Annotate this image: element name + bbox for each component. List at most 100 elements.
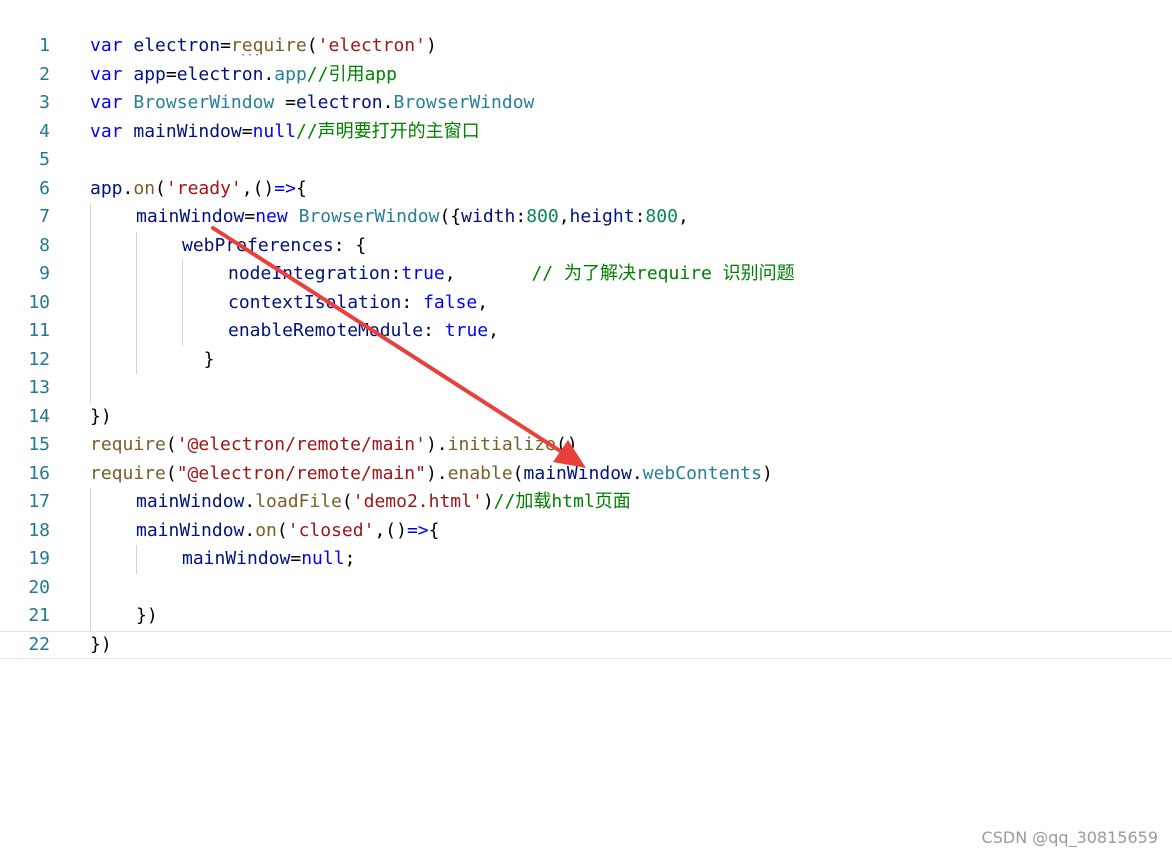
code-line[interactable]: 2 var app=electron.app//引用app (0, 61, 1172, 90)
code-line[interactable]: 14}) (0, 403, 1172, 432)
code-token: height (569, 206, 635, 227)
line-number: 21 (28, 605, 50, 626)
code-token: webPreferences (182, 234, 334, 256)
code-token: => (274, 177, 296, 199)
line-number: 14 (28, 405, 50, 427)
indent-guide (90, 602, 91, 631)
code-text: mainWindow.loadFile('demo2.html')//加载htm… (136, 488, 631, 517)
code-line[interactable]: 18 mainWindow.on('closed',()=>{ (0, 516, 1172, 545)
code-token: = (220, 35, 231, 56)
code-token: ). (425, 462, 448, 484)
code-token: ; (344, 548, 356, 569)
code-line[interactable]: 7 mainWindow=new BrowserWindow({width:800… (0, 203, 1172, 232)
code-token: mainWindow (133, 120, 242, 142)
code-token: var (90, 120, 134, 142)
code-token: app (364, 63, 397, 85)
code-line[interactable]: 22}) (0, 631, 1172, 660)
code-token: electron (176, 63, 264, 85)
code-token: () (556, 434, 578, 455)
code-token: : { (333, 234, 367, 256)
line-number: 2 (39, 63, 50, 85)
code-token: = (241, 120, 253, 142)
code-line[interactable]: 6 app.on('ready',()=>{ (0, 175, 1172, 204)
code-token: } (182, 348, 215, 370)
code-token: mainWindow (136, 206, 245, 227)
code-line[interactable]: 17 mainWindow.loadFile('demo2.html')//加载h… (0, 488, 1172, 517)
code-token: null (252, 120, 296, 142)
code-token: . (244, 519, 256, 541)
code-token: require (635, 263, 712, 284)
code-token: => (406, 519, 429, 541)
line-number: 22 (28, 633, 50, 655)
indent-guide (90, 488, 91, 517)
code-text: } (182, 346, 215, 375)
code-token: mainWindow (136, 519, 245, 541)
indent-guide (90, 203, 91, 232)
code-token: = (165, 63, 177, 85)
code-token: }) (90, 405, 112, 427)
line-number: 19 (28, 548, 50, 569)
code-token: mainWindow (182, 548, 291, 569)
line-number: 4 (39, 120, 50, 142)
code-token: true (401, 263, 445, 284)
code-token: { (428, 519, 440, 541)
code-token: null (301, 548, 345, 569)
code-line[interactable]: 4 var mainWindow=null//声明要打开的主窗口 (0, 118, 1172, 147)
line-number: 16 (28, 462, 50, 484)
code-token: 页面 (594, 491, 631, 512)
indent-guide (90, 345, 91, 374)
code-token: 'closed' (287, 519, 375, 541)
code-line[interactable]: 10 contextIsolation: false, (0, 288, 1172, 317)
code-text: nodeIntegration:true, // 为了解决require 识别问… (228, 260, 795, 289)
code-token: loadFile (255, 491, 342, 512)
indent-guide (182, 317, 183, 346)
code-line[interactable]: 8 webPreferences: { (0, 231, 1172, 260)
code-line[interactable]: 12 } (0, 345, 1172, 375)
code-token: . (122, 177, 134, 199)
code-token: app (133, 63, 166, 85)
code-line[interactable]: 16 require("@electron/remote/main").enabl… (0, 460, 1172, 489)
code-line[interactable]: 15 require('@electron/remote/main').initi… (0, 431, 1172, 460)
code-token: // 为了解决 (531, 263, 636, 284)
code-token: ) (761, 462, 773, 484)
code-line[interactable]: 1 var electron=require('electron') (0, 32, 1172, 61)
code-token: , (444, 263, 532, 284)
code-token: "@electron/remote/main" (176, 462, 426, 484)
code-line[interactable]: 19 mainWindow=null; (0, 545, 1172, 574)
code-token: ) (482, 491, 494, 512)
code-token: : (423, 320, 445, 341)
code-editor[interactable]: 1 var electron=require('electron') 2 var ap… (0, 32, 1172, 659)
code-line[interactable]: 20 (0, 573, 1172, 602)
code-token: electron (133, 35, 221, 56)
code-token: = (244, 206, 256, 227)
code-text: }) (90, 403, 112, 432)
line-number: 20 (28, 576, 50, 598)
indent-guide (90, 317, 91, 346)
line-number: 7 (39, 206, 50, 227)
code-token: ( (165, 434, 177, 455)
code-token: = (290, 548, 302, 569)
code-token: webContents (642, 462, 762, 484)
code-line[interactable]: 5 (0, 146, 1172, 175)
line-number: 5 (39, 149, 50, 170)
code-token: 800 (645, 206, 678, 227)
line-number: 1 (39, 35, 50, 56)
code-token: BrowserWindow (133, 92, 275, 113)
watermark: CSDN @qq_30815659 (981, 828, 1158, 847)
indent-guide (90, 545, 91, 574)
code-token: var (90, 35, 134, 56)
line-number: 9 (39, 263, 50, 284)
code-line[interactable]: 21}) (0, 602, 1172, 631)
code-token: require (90, 462, 166, 484)
code-line[interactable]: 11 enableRemoteModule: true, (0, 317, 1172, 346)
indent-guide (136, 288, 137, 317)
indent-guide (90, 260, 91, 289)
code-line[interactable]: 3 var BrowserWindow =electron.BrowserWind… (0, 89, 1172, 118)
code-token: , (558, 206, 570, 227)
code-token: : (390, 263, 402, 284)
code-token: on (133, 177, 156, 199)
code-line[interactable]: 9 nodeIntegration:true, // 为了解决require 识别… (0, 260, 1172, 289)
code-token: ,() (241, 177, 275, 199)
code-line[interactable]: 13 (0, 374, 1172, 403)
code-token: , (488, 320, 499, 341)
